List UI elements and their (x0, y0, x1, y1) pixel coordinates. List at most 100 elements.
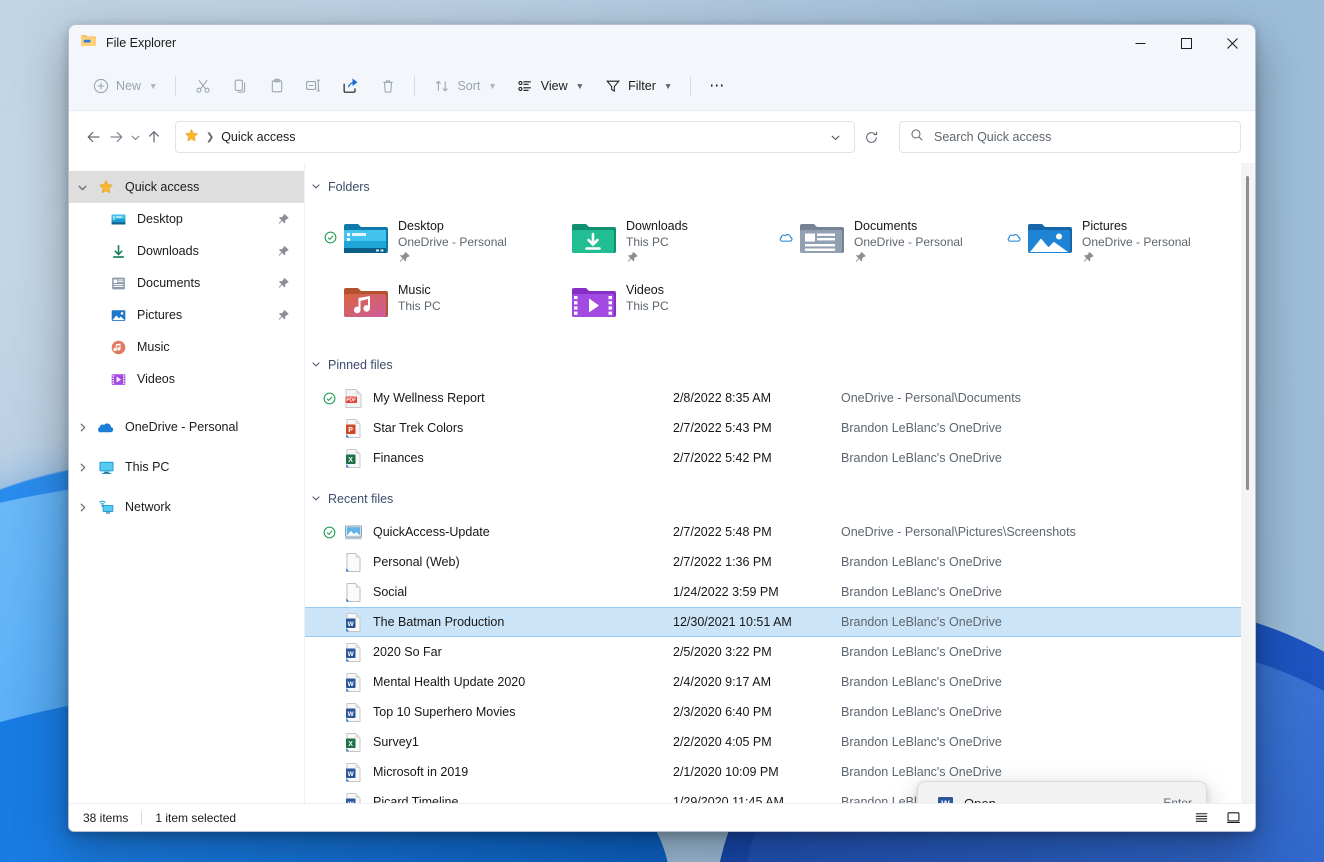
videos-folder-icon (107, 371, 129, 388)
maximize-button[interactable] (1163, 25, 1209, 61)
large-icons-view-button[interactable] (1221, 807, 1245, 829)
copy-button[interactable] (222, 70, 257, 102)
table-row[interactable]: P Star Trek Colors 2/7/2022 5:43 PM Bran… (305, 413, 1241, 443)
table-row[interactable]: W Top 10 Superhero Movies 2/3/2020 6:40 … (305, 697, 1241, 727)
pin-icon (277, 277, 290, 290)
toolbar-separator-1 (175, 75, 177, 96)
address-dropdown-button[interactable] (824, 124, 848, 150)
table-row-selected[interactable]: W The Batman Production 12/30/2021 10:51… (305, 607, 1241, 637)
chevron-down-icon[interactable] (311, 493, 321, 505)
details-view-button[interactable] (1189, 807, 1213, 829)
share-button[interactable] (333, 70, 368, 102)
table-row[interactable]: X Survey1 2/2/2020 4:05 PM Brandon LeBla… (305, 727, 1241, 757)
sidebar-item-onedrive[interactable]: OneDrive - Personal (69, 411, 304, 443)
cut-button[interactable] (185, 70, 220, 102)
table-row[interactable]: X Finances 2/7/2022 5:42 PM Brandon LeBl… (305, 443, 1241, 473)
sidebar-item-music[interactable]: Music (69, 331, 304, 363)
documents-folder-icon (107, 275, 129, 292)
sidebar-item-downloads[interactable]: Downloads (69, 235, 304, 267)
chevron-right-icon[interactable] (69, 462, 95, 473)
sidebar-item-documents[interactable]: Documents (69, 267, 304, 299)
downloads-icon (107, 243, 129, 260)
folder-tile-desktop[interactable]: Desktop OneDrive - Personal (319, 209, 547, 273)
file-date: 2/7/2022 1:36 PM (673, 555, 772, 569)
back-button[interactable] (83, 121, 105, 153)
up-button[interactable] (143, 121, 165, 153)
close-button[interactable] (1209, 25, 1255, 61)
pin-icon (277, 213, 290, 226)
view-button[interactable]: View ▼ (508, 70, 593, 102)
breadcrumb[interactable]: ❯ Quick access (184, 128, 296, 146)
minimize-button[interactable] (1117, 25, 1163, 61)
breadcrumb-label: Quick access (221, 130, 296, 144)
sidebar-item-this-pc[interactable]: This PC (69, 451, 304, 483)
svg-text:W: W (347, 800, 354, 803)
paste-button[interactable] (259, 70, 294, 102)
folder-location: OneDrive - Personal (398, 235, 507, 249)
filter-icon (604, 77, 621, 94)
chevron-down-icon[interactable] (69, 182, 95, 193)
sidebar-item-videos[interactable]: Videos (69, 363, 304, 395)
sidebar-item-network[interactable]: Network (69, 491, 304, 523)
chevron-right-icon[interactable] (69, 422, 95, 433)
music-folder-icon (341, 277, 389, 325)
rename-button[interactable] (296, 70, 331, 102)
folder-tile-music[interactable]: Music This PC (319, 273, 547, 337)
file-location: Brandon LeBlanc's OneDrive (841, 645, 1002, 659)
file-location: OneDrive - Personal\Documents (841, 391, 1021, 405)
file-location: Brandon LeBlanc's OneDrive (841, 451, 1002, 465)
chevron-down-icon: ▼ (575, 80, 585, 91)
chevron-down-icon[interactable] (311, 181, 321, 193)
context-menu-item-label: Open (964, 795, 996, 804)
navigation-pane: Quick access Desktop Downloads Documents… (69, 163, 305, 803)
synced-check-icon (319, 526, 339, 539)
sort-button[interactable]: Sort ▼ (424, 70, 505, 102)
search-input[interactable]: Search Quick access (934, 130, 1051, 144)
delete-button[interactable] (370, 70, 405, 102)
content-pane: Folders Desktop OneDrive - Personal Down… (305, 163, 1255, 803)
group-header-folders[interactable]: Folders (305, 173, 1241, 201)
context-menu-item-open[interactable]: W Open Enter (922, 787, 1202, 803)
file-location: Brandon LeBlanc's OneDrive (841, 705, 1002, 719)
window-title: File Explorer (106, 36, 177, 50)
file-location: Brandon LeBlanc's OneDrive (841, 735, 1002, 749)
file-date: 1/29/2020 11:45 AM (673, 795, 784, 803)
chevron-down-icon[interactable] (311, 359, 321, 371)
group-header-pinned-files[interactable]: Pinned files (305, 351, 1241, 379)
recent-locations-button[interactable] (127, 121, 142, 153)
see-more-button[interactable]: ⋯ (700, 70, 735, 102)
table-row[interactable]: W 2020 So Far 2/5/2020 3:22 PM Brandon L… (305, 637, 1241, 667)
table-row[interactable]: W Mental Health Update 2020 2/4/2020 9:1… (305, 667, 1241, 697)
refresh-button[interactable] (861, 121, 883, 153)
folder-tile-videos[interactable]: Videos This PC (547, 273, 775, 337)
sidebar-item-desktop[interactable]: Desktop (69, 203, 304, 235)
group-header-recent-files[interactable]: Recent files (305, 485, 1241, 513)
folder-tile-documents[interactable]: Documents OneDrive - Personal (775, 209, 1003, 273)
new-button[interactable]: New ▼ (83, 70, 166, 102)
folder-name: Documents (854, 219, 918, 233)
table-row[interactable]: Social 1/24/2022 3:59 PM Brandon LeBlanc… (305, 577, 1241, 607)
folder-tile-downloads[interactable]: Downloads This PC (547, 209, 775, 273)
trash-icon (379, 77, 396, 94)
address-bar[interactable]: ❯ Quick access (174, 121, 855, 153)
table-row[interactable]: PDF My Wellness Report 2/8/2022 8:35 AM … (305, 383, 1241, 413)
chevron-right-icon[interactable] (69, 502, 95, 513)
file-name: Mental Health Update 2020 (373, 675, 526, 689)
folder-location: OneDrive - Personal (854, 235, 963, 249)
table-row[interactable]: Personal (Web) 2/7/2022 1:36 PM Brandon … (305, 547, 1241, 577)
sidebar-item-pictures[interactable]: Pictures (69, 299, 304, 331)
folder-tile-text: Desktop OneDrive - Personal (389, 213, 507, 269)
svg-text:W: W (347, 650, 354, 657)
search-box[interactable]: Search Quick access (899, 121, 1241, 153)
table-row[interactable]: QuickAccess-Update 2/7/2022 5:48 PM OneD… (305, 517, 1241, 547)
scrollbar-thumb[interactable] (1246, 176, 1249, 490)
view-icon (517, 77, 534, 94)
filter-button[interactable]: Filter ▼ (595, 70, 681, 102)
vertical-scrollbar[interactable] (1241, 163, 1255, 803)
sidebar-item-label: This PC (125, 460, 170, 474)
forward-button[interactable] (105, 121, 127, 153)
svg-text:W: W (347, 710, 354, 717)
sidebar-item-quick-access[interactable]: Quick access (69, 171, 304, 203)
documents-folder-icon (797, 213, 845, 261)
folder-tile-pictures[interactable]: Pictures OneDrive - Personal (1003, 209, 1231, 273)
